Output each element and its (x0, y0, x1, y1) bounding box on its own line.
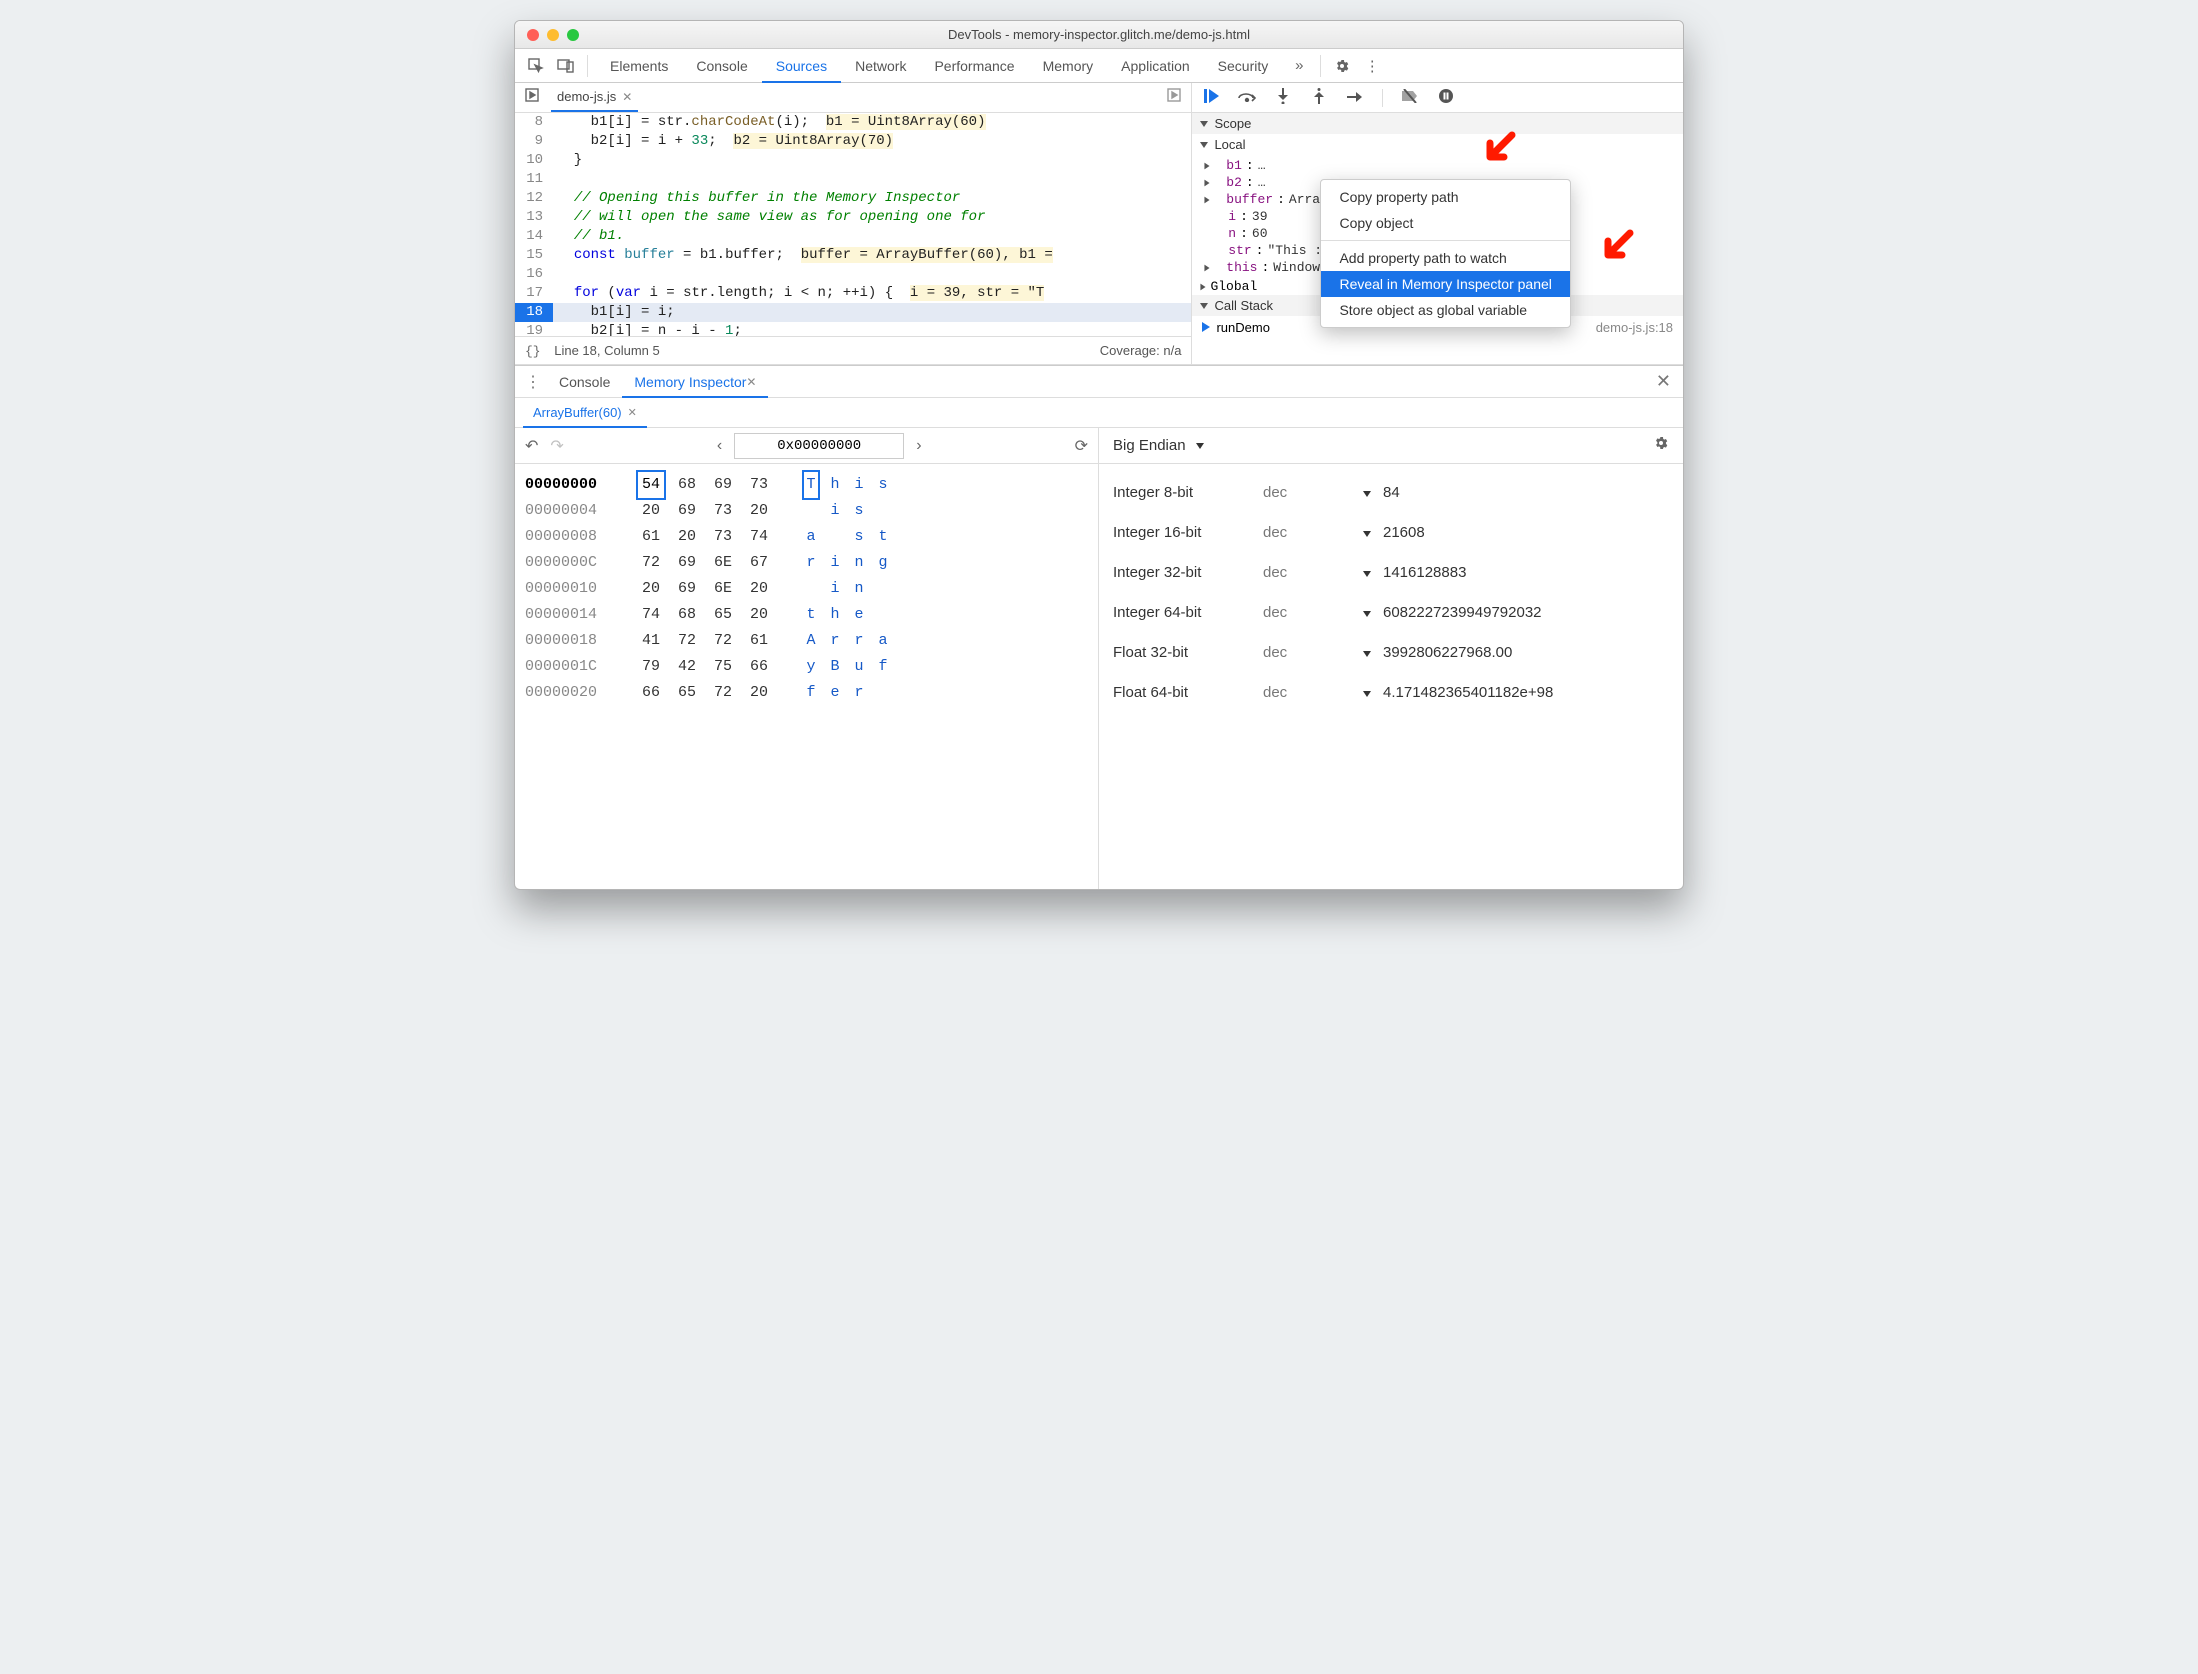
prev-page-icon[interactable]: ‹ (717, 437, 722, 455)
refresh-icon[interactable]: ⟳ (1075, 436, 1088, 456)
inspect-element-icon[interactable] (523, 53, 549, 79)
context-menu-item[interactable]: Copy property path (1321, 184, 1569, 210)
context-menu-item[interactable]: Copy object (1321, 210, 1569, 236)
code-line[interactable]: 10 } (515, 151, 1191, 170)
code-editor[interactable]: 8 b1[i] = str.charCodeAt(i); b1 = Uint8A… (515, 113, 1191, 336)
close-drawer-icon[interactable]: ✕ (1652, 371, 1675, 392)
value-interpreter: Big Endian Integer 8-bitdec84Integer 16-… (1099, 428, 1683, 889)
value-settings-icon[interactable] (1653, 435, 1669, 456)
undo-icon[interactable]: ↶ (525, 436, 538, 456)
value-format-select[interactable]: dec (1263, 684, 1363, 701)
hex-row[interactable]: 0000001841727261Arra (525, 628, 1088, 654)
step-into-icon[interactable] (1274, 88, 1292, 108)
coverage-status: Coverage: n/a (1100, 343, 1182, 358)
step-out-icon[interactable] (1310, 88, 1328, 108)
scope-local-header[interactable]: Local (1192, 134, 1683, 155)
source-tab[interactable]: demo-js.js ✕ (551, 83, 638, 112)
tab-security[interactable]: Security (1204, 49, 1283, 82)
hex-row[interactable]: 0000001C79427566yBuf (525, 654, 1088, 680)
context-menu-item[interactable]: Store object as global variable (1321, 297, 1569, 323)
settings-icon[interactable] (1329, 53, 1355, 79)
hex-view: ↶ ↷ ‹ 0x00000000 › ⟳ 0000000054686973Thi… (515, 428, 1099, 889)
value-row: Integer 8-bitdec84 (1113, 472, 1669, 512)
hex-row[interactable]: 0000000C72696E67ring (525, 550, 1088, 576)
more-tabs-icon[interactable]: » (1286, 53, 1312, 79)
kebab-menu-icon[interactable]: ⋮ (1359, 53, 1385, 79)
code-line[interactable]: 14 // b1. (515, 227, 1191, 246)
redo-icon[interactable]: ↷ (550, 436, 563, 456)
device-toolbar-icon[interactable] (553, 53, 579, 79)
cursor-position: Line 18, Column 5 (554, 343, 660, 358)
code-line[interactable]: 11 (515, 170, 1191, 189)
hex-row[interactable]: 0000000861207374a.st (525, 524, 1088, 550)
deactivate-breakpoints-icon[interactable] (1401, 89, 1419, 107)
tab-application[interactable]: Application (1107, 49, 1204, 82)
context-menu-item[interactable]: Add property path to watch (1321, 245, 1569, 271)
code-line[interactable]: 13 // will open the same view as for ope… (515, 208, 1191, 227)
value-row: Integer 32-bitdec1416128883 (1113, 552, 1669, 592)
hex-row[interactable]: 0000002066657220fer. (525, 680, 1088, 706)
titlebar: DevTools - memory-inspector.glitch.me/de… (515, 21, 1683, 49)
code-line[interactable]: 16 (515, 265, 1191, 284)
memory-buffer-tab[interactable]: ArrayBuffer(60) ✕ (523, 398, 647, 427)
context-menu-item[interactable]: Reveal in Memory Inspector panel (1321, 271, 1569, 297)
tab-elements[interactable]: Elements (596, 49, 682, 82)
pretty-print-icon[interactable]: {} (525, 344, 541, 359)
code-line[interactable]: 12 // Opening this buffer in the Memory … (515, 189, 1191, 208)
next-page-icon[interactable]: › (916, 437, 921, 455)
value-format-select[interactable]: dec (1263, 524, 1363, 541)
tab-memory[interactable]: Memory (1029, 49, 1108, 82)
drawer: ⋮ ConsoleMemory Inspector ✕ ✕ ArrayBuffe… (515, 365, 1683, 889)
tab-sources[interactable]: Sources (762, 49, 841, 82)
value-format-select[interactable]: dec (1263, 604, 1363, 621)
source-tab-label: demo-js.js (557, 89, 616, 104)
address-input[interactable]: 0x00000000 (734, 433, 904, 459)
step-over-icon[interactable] (1238, 89, 1256, 106)
value-row: Float 32-bitdec3992806227968.00 (1113, 632, 1669, 672)
callstack-location: demo-js.js:18 (1596, 320, 1673, 335)
value-format-select[interactable]: dec (1263, 644, 1363, 661)
drawer-tab-console[interactable]: Console (547, 366, 622, 397)
resume-icon[interactable] (1202, 89, 1220, 107)
value-format-select[interactable]: dec (1263, 484, 1363, 501)
annotation-arrow (1600, 229, 1634, 263)
scope-var-b1[interactable]: b1: … (1200, 157, 1683, 174)
annotation-arrow (1482, 131, 1516, 165)
debugger-sidebar: Scope Local b1: … b2: … buffer: ArrayBuf… (1192, 83, 1683, 364)
value-row: Integer 64-bitdec6082227239949792032 (1113, 592, 1669, 632)
hex-row[interactable]: 0000000420697320.is. (525, 498, 1088, 524)
value-format-select[interactable]: dec (1263, 564, 1363, 581)
context-menu: Copy property pathCopy object Add propert… (1320, 179, 1570, 328)
window-title: DevTools - memory-inspector.glitch.me/de… (515, 27, 1683, 42)
code-line[interactable]: 18 b1[i] = i; (515, 303, 1191, 322)
drawer-tab-memory-inspector[interactable]: Memory Inspector ✕ (622, 366, 768, 397)
debugger-pane-toggle-icon[interactable] (1163, 88, 1185, 107)
hex-row[interactable]: 0000001474686520the. (525, 602, 1088, 628)
devtools-toolbar: ElementsConsoleSourcesNetworkPerformance… (515, 49, 1683, 83)
close-tab-icon[interactable]: ✕ (622, 90, 632, 104)
step-icon[interactable] (1346, 89, 1364, 106)
drawer-menu-icon[interactable]: ⋮ (523, 372, 543, 392)
code-line[interactable]: 9 b2[i] = i + 33; b2 = Uint8Array(70) (515, 132, 1191, 151)
hex-row[interactable]: 0000000054686973This (525, 472, 1088, 498)
code-line[interactable]: 19 b2[i] = n - i - 1; (515, 322, 1191, 336)
scope-header[interactable]: Scope (1192, 113, 1683, 134)
hex-row[interactable]: 0000001020696E20.in. (525, 576, 1088, 602)
endianness-select[interactable]: Big Endian (1113, 437, 1204, 454)
pause-exceptions-icon[interactable] (1437, 89, 1455, 107)
navigator-toggle-icon[interactable] (521, 88, 543, 107)
sources-panel: demo-js.js ✕ 8 b1[i] = str.charCodeAt(i)… (515, 83, 1192, 364)
value-row: Integer 16-bitdec21608 (1113, 512, 1669, 552)
tab-console[interactable]: Console (682, 49, 761, 82)
close-tab-icon[interactable]: ✕ (628, 406, 637, 419)
code-line[interactable]: 15 const buffer = b1.buffer; buffer = Ar… (515, 246, 1191, 265)
value-row: Float 64-bitdec4.171482365401182e+98 (1113, 672, 1669, 712)
tab-network[interactable]: Network (841, 49, 920, 82)
code-line[interactable]: 8 b1[i] = str.charCodeAt(i); b1 = Uint8A… (515, 113, 1191, 132)
code-line[interactable]: 17 for (var i = str.length; i < n; ++i) … (515, 284, 1191, 303)
tab-performance[interactable]: Performance (920, 49, 1028, 82)
